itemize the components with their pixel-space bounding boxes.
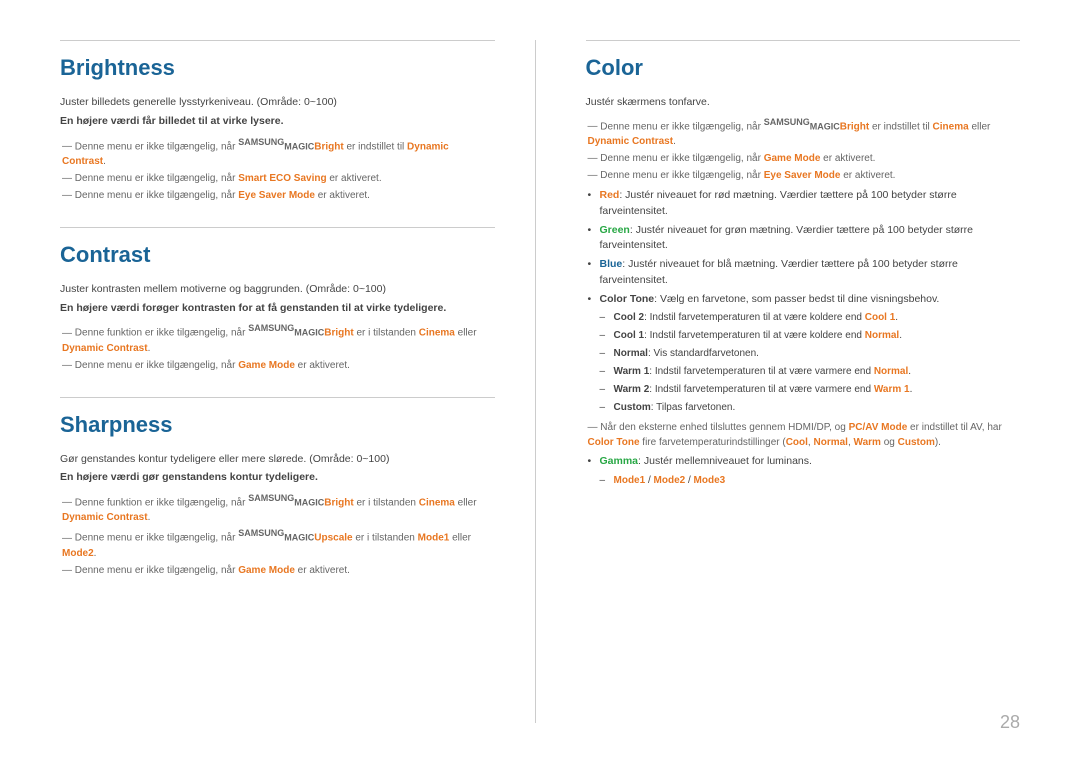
page-number: 28: [1000, 712, 1020, 733]
brightness-divider: [60, 40, 495, 41]
contrast-desc2: En højere værdi forøger kontrasten for a…: [60, 301, 495, 317]
brightness-note1: Denne menu er ikke tilgængelig, når SAMS…: [60, 136, 495, 169]
contrast-title: Contrast: [60, 242, 495, 268]
color-subbullet-warm1: Warm 1: Indstil farvetemperaturen til at…: [586, 364, 1021, 380]
brightness-desc2: En højere værdi får billedet til at virk…: [60, 114, 495, 130]
contrast-note2: Denne menu er ikke tilgængelig, når Game…: [60, 358, 495, 373]
color-note3: Denne menu er ikke tilgængelig, når Eye …: [586, 168, 1021, 183]
color-section: Color Justér skærmens tonfarve. Denne me…: [586, 40, 1021, 491]
contrast-note1: Denne funktion er ikke tilgængelig, når …: [60, 322, 495, 355]
color-bullet-red: Red: Justér niveauet for rød mætning. Væ…: [586, 188, 1021, 220]
color-desc1: Justér skærmens tonfarve.: [586, 95, 1021, 111]
sharpness-section: Sharpness Gør genstandes kontur tydelige…: [60, 397, 495, 580]
brightness-title: Brightness: [60, 55, 495, 81]
color-bullet-colortone: Color Tone: Vælg en farvetone, som passe…: [586, 292, 1021, 308]
brightness-note3: Denne menu er ikke tilgængelig, når Eye …: [60, 188, 495, 203]
color-subbullet-normal: Normal: Vis standardfarvetonen.: [586, 346, 1021, 362]
sharpness-desc1: Gør genstandes kontur tydeligere eller m…: [60, 452, 495, 468]
left-column: Brightness Juster billedets generelle ly…: [60, 40, 536, 723]
color-bullet-blue: Blue: Justér niveauet for blå mætning. V…: [586, 257, 1021, 289]
color-bullet-green: Green: Justér niveauet for grøn mætning.…: [586, 223, 1021, 255]
sharpness-title: Sharpness: [60, 412, 495, 438]
color-subbullet-custom: Custom: Tilpas farvetonen.: [586, 400, 1021, 416]
color-title: Color: [586, 55, 1021, 81]
color-note1: Denne menu er ikke tilgængelig, når SAMS…: [586, 116, 1021, 149]
sharpness-note3: Denne menu er ikke tilgængelig, når Game…: [60, 563, 495, 578]
contrast-section: Contrast Juster kontrasten mellem motive…: [60, 227, 495, 375]
brightness-section: Brightness Juster billedets generelle ly…: [60, 40, 495, 205]
color-subbullet-warm2: Warm 2: Indstil farvetemperaturen til at…: [586, 382, 1021, 398]
sharpness-note2: Denne menu er ikke tilgængelig, når SAMS…: [60, 527, 495, 560]
sharpness-note1: Denne funktion er ikke tilgængelig, når …: [60, 492, 495, 525]
color-bullet-gamma: Gamma: Justér mellemniveauet for luminan…: [586, 454, 1021, 470]
color-note2: Denne menu er ikke tilgængelig, når Game…: [586, 151, 1021, 166]
sharpness-divider: [60, 397, 495, 398]
right-column: Color Justér skærmens tonfarve. Denne me…: [576, 40, 1021, 723]
contrast-desc1: Juster kontrasten mellem motiverne og ba…: [60, 282, 495, 298]
brightness-desc1: Juster billedets generelle lysstyrkenive…: [60, 95, 495, 111]
sharpness-desc2: En højere værdi gør genstandens kontur t…: [60, 470, 495, 486]
color-divider: [586, 40, 1021, 41]
contrast-divider: [60, 227, 495, 228]
color-subbullet-cool2: Cool 2: Indstil farvetemperaturen til at…: [586, 310, 1021, 326]
brightness-note2: Denne menu er ikke tilgængelig, når Smar…: [60, 171, 495, 186]
color-hdmi-note: Når den eksterne enhed tilsluttes gennem…: [586, 420, 1021, 450]
color-subbullet-modes: Mode1 / Mode2 / Mode3: [586, 473, 1021, 489]
color-subbullet-cool1: Cool 1: Indstil farvetemperaturen til at…: [586, 328, 1021, 344]
